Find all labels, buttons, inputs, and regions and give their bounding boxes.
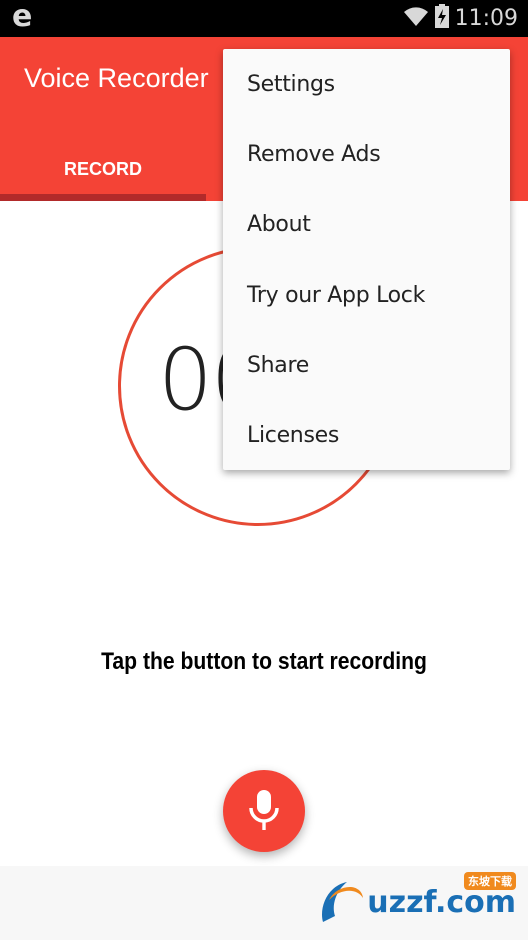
watermark-logo: uzzf.com 东坡下载	[317, 872, 516, 926]
status-bar: e 11:09	[0, 0, 528, 37]
microphone-icon	[246, 788, 282, 835]
watermark-chinese-label: 东坡下载	[464, 872, 516, 890]
watermark-swoosh-icon	[322, 882, 364, 922]
menu-item-remove-ads[interactable]: Remove Ads	[223, 119, 510, 189]
menu-item-app-lock[interactable]: Try our App Lock	[223, 260, 510, 330]
menu-item-share[interactable]: Share	[223, 330, 510, 400]
wifi-icon	[403, 5, 429, 32]
overflow-menu: Settings Remove Ads About Try our App Lo…	[223, 49, 510, 470]
record-button[interactable]	[223, 770, 305, 852]
clock: 11:09	[454, 6, 518, 31]
bottom-bar: uzzf.com 东坡下载	[0, 866, 528, 940]
menu-item-about[interactable]: About	[223, 190, 510, 260]
tab-indicator	[0, 194, 206, 201]
tab-record-label: RECORD	[63, 158, 142, 179]
app-title: Voice Recorder	[24, 63, 209, 93]
status-indicators: 11:09	[403, 0, 518, 37]
menu-item-settings[interactable]: Settings	[223, 49, 510, 119]
menu-item-licenses[interactable]: Licenses	[223, 400, 510, 470]
tab-record[interactable]: RECORD	[0, 137, 206, 201]
instruction-text: Tap the button to start recording	[101, 648, 427, 675]
notification-e-icon: e	[12, 0, 33, 34]
battery-charging-icon	[434, 4, 449, 33]
